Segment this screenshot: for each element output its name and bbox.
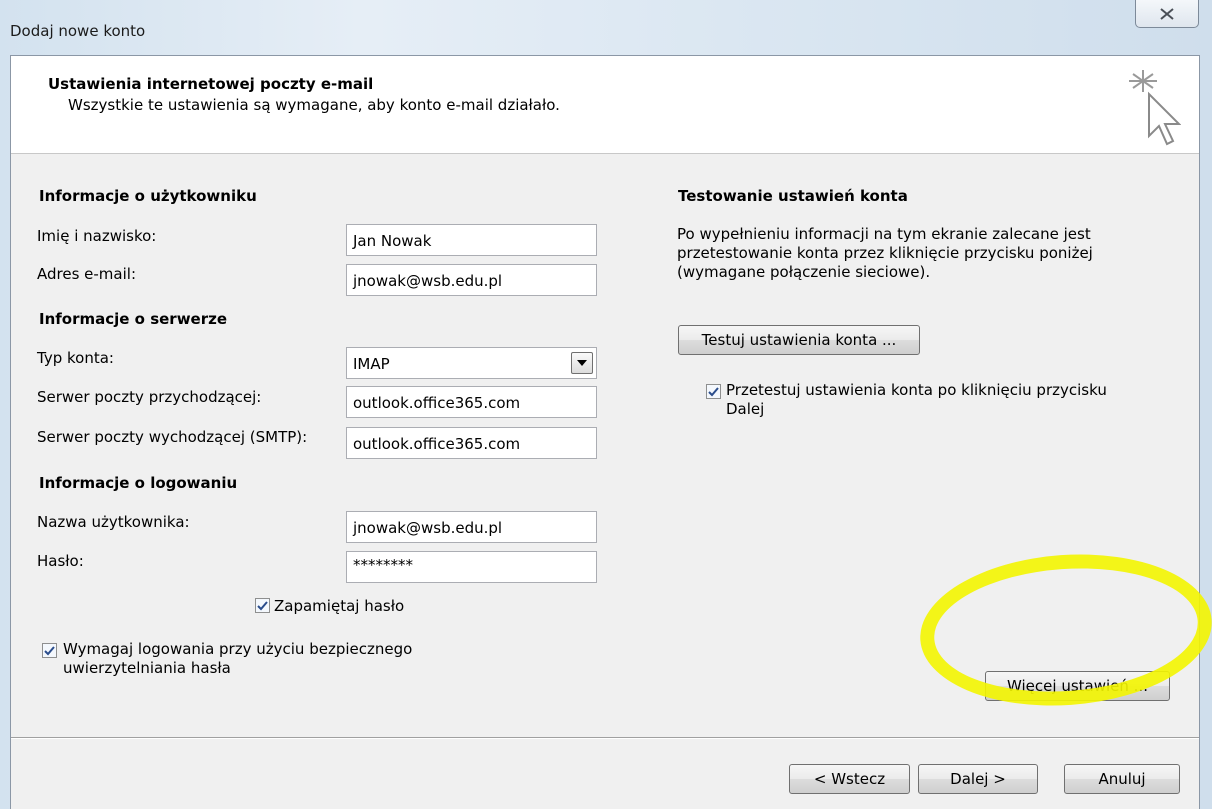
username-field[interactable]: jnowak@wsb.edu.pl bbox=[346, 511, 597, 543]
user-info-heading: Informacje o użytkowniku bbox=[39, 187, 257, 205]
auto-test-checkbox[interactable] bbox=[706, 384, 721, 399]
header-title: Ustawienia internetowej poczty e-mail bbox=[48, 75, 374, 93]
dialog-header: Ustawienia internetowej poczty e-mail Ws… bbox=[11, 56, 1199, 154]
login-info-heading: Informacje o logowaniu bbox=[39, 474, 238, 492]
next-button[interactable]: Dalej > bbox=[918, 764, 1038, 794]
checkmark-icon bbox=[708, 386, 719, 396]
account-type-label: Typ konta: bbox=[37, 349, 114, 367]
header-subtitle: Wszystkie te ustawienia są wymagane, aby… bbox=[68, 96, 560, 114]
name-label: Imię i nazwisko: bbox=[37, 227, 157, 245]
incoming-server-label: Serwer poczty przychodzącej: bbox=[37, 388, 262, 406]
account-type-value: IMAP bbox=[353, 355, 390, 373]
spa-checkbox[interactable] bbox=[42, 643, 57, 658]
back-button[interactable]: < Wstecz bbox=[789, 764, 910, 794]
window-frame: Dodaj nowe konto Ustawienia internetowej… bbox=[0, 0, 1212, 809]
chevron-down-icon bbox=[577, 360, 587, 366]
test-description: Po wypełnieniu informacji na tym ekranie… bbox=[677, 225, 1093, 281]
email-label: Adres e-mail: bbox=[37, 265, 137, 283]
email-field[interactable]: jnowak@wsb.edu.pl bbox=[346, 264, 597, 296]
name-field[interactable]: Jan Nowak bbox=[346, 224, 597, 256]
close-button[interactable] bbox=[1135, 0, 1199, 28]
password-label: Hasło: bbox=[37, 552, 84, 570]
test-heading: Testowanie ustawień konta bbox=[678, 187, 908, 205]
username-label: Nazwa użytkownika: bbox=[37, 513, 190, 531]
incoming-server-field[interactable]: outlook.office365.com bbox=[346, 386, 597, 418]
test-settings-button[interactable]: Testuj ustawienia konta ... bbox=[678, 325, 920, 355]
close-icon bbox=[1160, 7, 1174, 20]
cancel-button[interactable]: Anuluj bbox=[1064, 764, 1180, 794]
outgoing-server-field[interactable]: outlook.office365.com bbox=[346, 427, 597, 459]
spa-label: Wymagaj logowania przy użyciu bezpieczne… bbox=[63, 640, 413, 677]
dropdown-button[interactable] bbox=[571, 352, 593, 374]
account-type-select[interactable]: IMAP bbox=[346, 347, 597, 379]
password-field[interactable]: ******** bbox=[346, 551, 597, 583]
footer-divider bbox=[11, 737, 1199, 739]
checkmark-icon bbox=[44, 645, 55, 655]
cursor-sparkle-icon bbox=[1129, 70, 1181, 146]
checkmark-icon bbox=[257, 600, 268, 610]
auto-test-label: Przetestuj ustawienia konta po kliknięci… bbox=[726, 381, 1107, 418]
remember-password-checkbox[interactable] bbox=[255, 598, 270, 613]
outgoing-server-label: Serwer poczty wychodzącej (SMTP): bbox=[37, 428, 308, 446]
server-info-heading: Informacje o serwerze bbox=[39, 310, 228, 328]
window-title: Dodaj nowe konto bbox=[10, 22, 146, 40]
remember-password-label: Zapamiętaj hasło bbox=[274, 597, 405, 615]
